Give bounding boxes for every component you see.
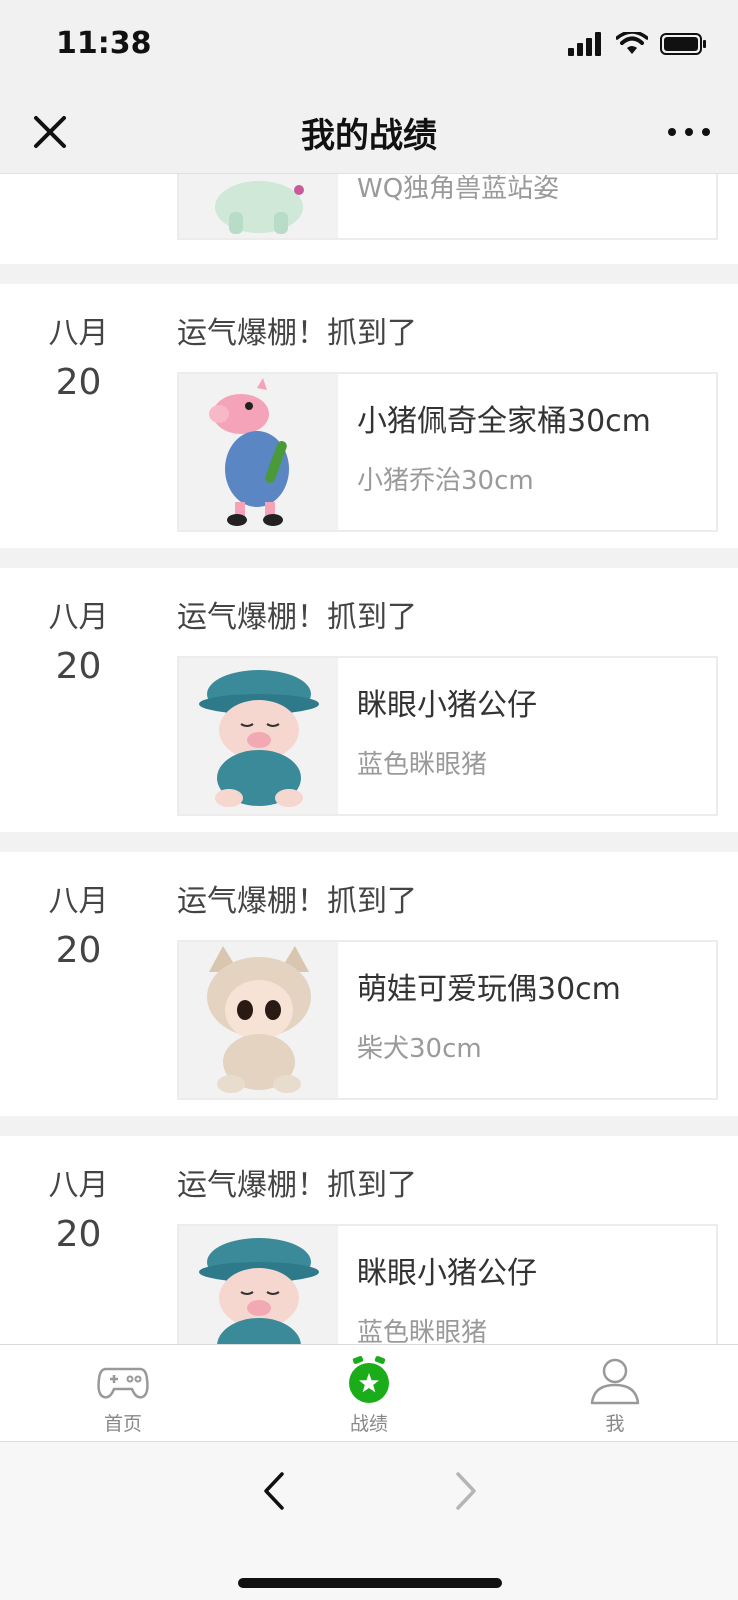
forward-arrow-icon[interactable] [448, 1468, 484, 1514]
alarm-star-icon [349, 1356, 389, 1403]
battery-icon [660, 33, 706, 55]
list-item[interactable]: 八月 20 运气爆棚！抓到了 眯眼小猪公仔 蓝色眯眼猪 [0, 1136, 738, 1344]
list-item[interactable]: 八月 20 运气爆棚！抓到了 小猪佩奇全家桶30cm 小猪乔治30cm [0, 284, 738, 548]
status-time: 11:38 [56, 26, 152, 61]
tab-bar: 首页 战绩 我 [0, 1344, 738, 1442]
record-day: 20 [55, 646, 102, 687]
record-day: 20 [55, 362, 102, 403]
prize-name: 眯眼小猪公仔 [357, 1256, 537, 1291]
prize-name: 小猪佩奇全家桶30cm [357, 404, 651, 439]
record-caption: 运气爆棚！抓到了 [177, 884, 417, 919]
record-day: 20 [55, 1214, 102, 1255]
record-month: 八月 [48, 316, 109, 351]
peppa-george-plush-image [209, 378, 289, 526]
record-caption: 运气爆棚！抓到了 [177, 600, 417, 635]
prize-name: 眯眼小猪公仔 [357, 688, 537, 723]
nav-bar: 我的战绩 [0, 90, 738, 174]
page-title: 我的战绩 [301, 116, 437, 156]
prize-card[interactable]: WQ独角兽蓝站姿 [177, 174, 718, 240]
record-caption: 运气爆棚！抓到了 [177, 1168, 417, 1203]
unicorn-plush-image [215, 181, 304, 234]
list-item[interactable]: WQ独角兽蓝站姿 [0, 174, 738, 264]
person-icon [590, 1358, 640, 1405]
more-icon[interactable] [664, 110, 714, 154]
prize-name: 萌娃可爱玩偶30cm [357, 972, 621, 1007]
tab-records[interactable]: 战绩 [246, 1345, 492, 1443]
record-month: 八月 [48, 884, 109, 919]
list-item[interactable]: 八月 20 运气爆棚！抓到了 眯眼小猪公仔 蓝色眯眼猪 [0, 568, 738, 832]
record-month: 八月 [48, 1168, 109, 1203]
tab-label: 我 [605, 1413, 625, 1435]
record-caption: 运气爆棚！抓到了 [177, 316, 417, 351]
prize-image [179, 174, 338, 238]
prize-variant: WQ独角兽蓝站姿 [357, 174, 560, 204]
home-indicator [238, 1578, 502, 1588]
status-bar: 11:38 [0, 0, 738, 90]
tab-label: 战绩 [349, 1413, 388, 1435]
tab-me[interactable]: 我 [492, 1345, 738, 1443]
blue-hat-pig-plush-image [199, 670, 319, 807]
wifi-icon [616, 32, 648, 54]
prize-image [179, 374, 338, 530]
prize-variant: 柴犬30cm [357, 1034, 482, 1064]
signal-icon [568, 32, 601, 56]
prize-image [179, 658, 338, 814]
prize-variant: 蓝色眯眼猪 [357, 1318, 488, 1344]
tab-home[interactable]: 首页 [0, 1345, 246, 1443]
prize-card[interactable]: 眯眼小猪公仔 蓝色眯眼猪 [177, 1224, 718, 1344]
record-day: 20 [55, 930, 102, 971]
blue-hat-pig-plush-image [199, 1238, 319, 1344]
records-list[interactable]: WQ独角兽蓝站姿 八月 20 运气爆棚！抓到了 小猪佩奇全家桶30cm 小猪乔治… [0, 174, 738, 1344]
prize-card[interactable]: 小猪佩奇全家桶30cm 小猪乔治30cm [177, 372, 718, 532]
prize-image [179, 942, 338, 1098]
record-month: 八月 [48, 600, 109, 635]
browser-toolbar [0, 1442, 738, 1600]
prize-variant: 蓝色眯眼猪 [357, 750, 488, 780]
prize-card[interactable]: 萌娃可爱玩偶30cm 柴犬30cm [177, 940, 718, 1100]
gamepad-icon [97, 1367, 149, 1399]
tab-label: 首页 [103, 1413, 142, 1435]
prize-variant: 小猪乔治30cm [357, 466, 534, 496]
prize-card[interactable]: 眯眼小猪公仔 蓝色眯眼猪 [177, 656, 718, 816]
shiba-doll-plush-image [207, 946, 311, 1093]
status-icons [568, 32, 708, 56]
prize-image [179, 1226, 338, 1344]
list-item[interactable]: 八月 20 运气爆棚！抓到了 萌娃可爱玩偶30cm 柴犬30cm [0, 852, 738, 1116]
back-arrow-icon[interactable] [256, 1468, 292, 1514]
